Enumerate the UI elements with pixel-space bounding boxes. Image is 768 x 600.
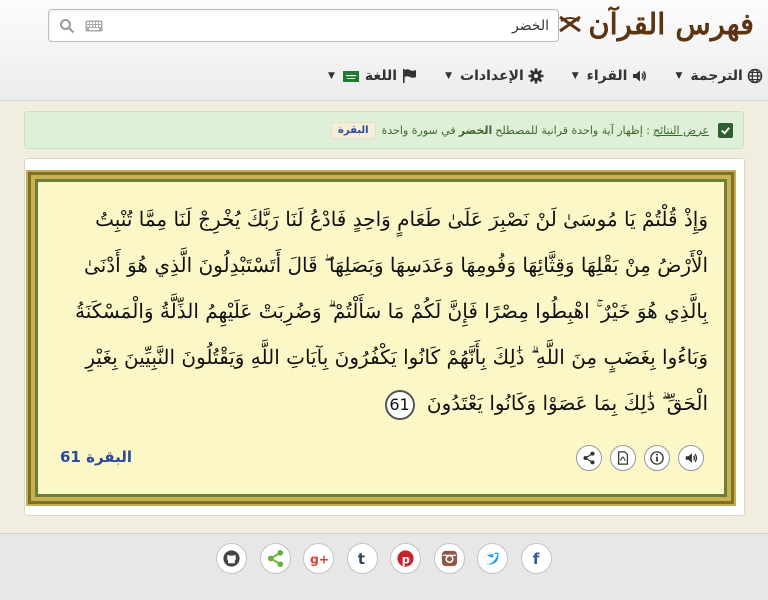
tumblr-icon: t <box>357 550 364 568</box>
caret-down-icon: ▼ <box>445 71 453 81</box>
surah-badge[interactable]: البقرة <box>331 121 376 139</box>
search-term: الخضر <box>458 123 493 137</box>
footer: g+ t p f <box>0 533 768 600</box>
verse-card: وَإِذْ قُلْتُمْ يَا مُوسَىٰ لَنْ نَصْبِر… <box>31 175 731 501</box>
logo-text: فهرس القرآن <box>588 7 754 41</box>
results-text: : إظهار آية واحدة قرانية للمصطلح <box>495 123 650 137</box>
instagram-icon <box>441 550 457 567</box>
search-icon[interactable] <box>59 18 75 34</box>
tumblr-link[interactable]: t <box>346 543 378 574</box>
nav-settings[interactable]: الإعدادات ▼ <box>445 68 544 84</box>
saudi-flag-icon <box>342 70 359 82</box>
verse-text-block: وَإِذْ قُلْتُمْ يَا مُوسَىٰ لَنْ نَصْبِر… <box>62 196 708 426</box>
nav-translation[interactable]: الترجمة ▼ <box>675 68 763 84</box>
pdf-icon <box>618 451 628 465</box>
caret-down-icon: ▼ <box>328 71 335 81</box>
result-panel: وَإِذْ قُلْتُمْ يَا مُوسَىٰ لَنْ نَصْبِر… <box>24 158 745 516</box>
book-stand-icon <box>559 15 582 33</box>
facebook-link[interactable]: f <box>520 543 552 574</box>
results-text-after: في سورة واحدة <box>381 123 456 137</box>
results-label[interactable]: عرض النتائج <box>653 124 709 137</box>
speaker-icon <box>633 70 647 82</box>
nav-label: اللغة <box>364 68 398 84</box>
twitter-icon <box>484 552 500 565</box>
share-button[interactable] <box>576 445 602 471</box>
keyboard-icon[interactable] <box>85 20 103 32</box>
check-icon <box>718 122 733 138</box>
share-icon <box>583 451 595 465</box>
share-icon <box>267 549 283 568</box>
caret-down-icon: ▼ <box>571 71 579 81</box>
nav-label: القراء <box>586 68 628 84</box>
nav-reciters[interactable]: القراء ▼ <box>572 68 648 84</box>
nav-label: الترجمة <box>690 68 743 84</box>
google-plus-link[interactable]: g+ <box>303 543 334 574</box>
gear-icon <box>528 68 544 84</box>
verse-tools <box>568 445 704 471</box>
share-link[interactable] <box>259 543 291 574</box>
svg-text:t: t <box>357 550 364 568</box>
play-audio-button[interactable] <box>678 445 704 471</box>
svg-text:p: p <box>402 552 410 566</box>
speaker-icon <box>685 453 698 463</box>
info-button[interactable] <box>644 445 670 471</box>
search-box <box>48 9 559 42</box>
svg-text:f: f <box>532 550 539 568</box>
flag-icon <box>403 69 417 83</box>
social-links: g+ t p f <box>216 543 564 574</box>
globe-icon <box>747 68 763 84</box>
svg-text:g+: g+ <box>310 552 328 566</box>
github-link[interactable] <box>216 543 247 574</box>
nav-language[interactable]: اللغة ▼ <box>328 68 417 84</box>
instagram-link[interactable] <box>433 543 465 574</box>
header: فهرس القرآن الخضر الترجمة ▼ القراء ▼ الإ… <box>0 0 768 101</box>
google-plus-icon: g+ <box>310 552 328 566</box>
info-icon <box>650 451 664 465</box>
facebook-icon: f <box>532 550 539 568</box>
main-nav: الترجمة ▼ القراء ▼ الإعدادات ▼ اللغة ▼ <box>300 62 763 90</box>
pinterest-icon: p <box>397 550 414 567</box>
site-logo[interactable]: فهرس القرآن <box>558 4 754 44</box>
caret-down-icon: ▼ <box>675 71 683 81</box>
nav-label: الإعدادات <box>460 68 524 84</box>
results-alert: عرض النتائج : إظهار آية واحدة قرانية للم… <box>24 111 744 149</box>
verse-reference[interactable]: البقرة 61 <box>60 448 132 466</box>
twitter-link[interactable] <box>477 543 508 574</box>
pdf-button[interactable] <box>610 445 636 471</box>
pinterest-link[interactable]: p <box>390 543 421 574</box>
github-icon <box>223 550 240 567</box>
search-input[interactable] <box>109 12 549 39</box>
ayah-number: 61 <box>384 389 415 420</box>
